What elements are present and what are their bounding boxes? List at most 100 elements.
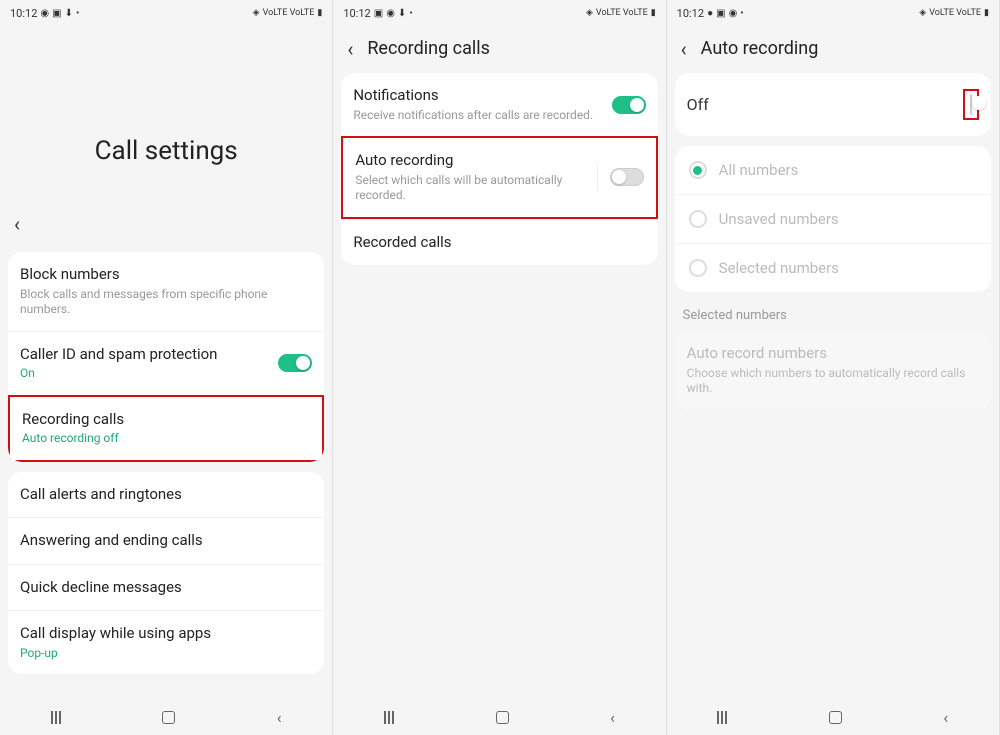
nav-home-button[interactable] (162, 711, 175, 724)
row-caller-id[interactable]: Caller ID and spam protection On (8, 331, 324, 395)
screen-auto-recording: 10:12 ● ▣ ◉ • ◈ VoLTE VoLTE ▮ ‹ Auto rec… (667, 0, 1000, 735)
radio-selected-numbers[interactable]: Selected numbers (675, 243, 991, 292)
row-title: Answering and ending calls (20, 531, 312, 551)
settings-group-1: Block numbers Block calls and messages f… (8, 252, 324, 462)
radio-label: All numbers (719, 161, 799, 179)
battery-icon: ▮ (317, 8, 322, 18)
wifi-icon: ◈ (586, 8, 593, 18)
notification-icon: ◉ (40, 8, 49, 19)
row-quick-decline[interactable]: Quick decline messages (8, 564, 324, 611)
row-title: Quick decline messages (20, 578, 312, 598)
wifi-icon: ◈ (253, 8, 260, 18)
status-time: 10:12 (10, 7, 37, 20)
nav-recent-button[interactable] (384, 711, 394, 724)
more-icon: • (740, 8, 743, 19)
battery-icon: ▮ (984, 8, 989, 18)
status-time: 10:12 (343, 7, 370, 20)
row-title: Call display while using apps (20, 624, 312, 644)
row-sub: Choose which numbers to automatically re… (687, 366, 979, 397)
caller-id-toggle[interactable] (278, 354, 312, 372)
row-sub: Pop-up (20, 646, 312, 662)
radio-unsaved-numbers[interactable]: Unsaved numbers (675, 194, 991, 243)
notification-icon: ◉ (386, 8, 395, 19)
battery-icon: ▮ (651, 8, 656, 18)
highlight-box (963, 89, 979, 120)
nav-recent-button[interactable] (51, 711, 61, 724)
row-title: Recording calls (22, 410, 310, 430)
volte-icons: VoLTE VoLTE (596, 8, 648, 18)
status-bar: 10:12 ▣ ◉ ⬇ • ◈ VoLTE VoLTE ▮ (333, 0, 665, 26)
download-icon: ⬇ (65, 8, 73, 19)
row-recorded-calls[interactable]: Recorded calls (341, 219, 657, 266)
radio-all-numbers[interactable]: All numbers (675, 146, 991, 194)
nav-home-button[interactable] (829, 711, 842, 724)
back-arrow-icon[interactable]: ‹ (347, 39, 353, 59)
row-sub: Auto recording off (22, 431, 310, 447)
nav-home-button[interactable] (496, 711, 509, 724)
nav-back-button[interactable]: ‹ (610, 708, 615, 727)
wifi-icon: ◈ (919, 8, 926, 18)
radio-label: Unsaved numbers (719, 210, 839, 228)
auto-recording-toggle[interactable] (610, 168, 644, 186)
notifications-toggle[interactable] (612, 96, 646, 114)
row-sub: Receive notifications after calls are re… (353, 108, 603, 124)
master-toggle-label: Off (687, 95, 709, 114)
row-recording-calls[interactable]: Recording calls Auto recording off (8, 395, 324, 462)
image-icon: ▣ (374, 8, 383, 19)
row-sub: Select which calls will be automatically… (355, 173, 588, 204)
row-title: Call alerts and ringtones (20, 485, 312, 505)
settings-group-2: Call alerts and ringtones Answering and … (8, 472, 324, 675)
row-title: Auto record numbers (687, 344, 979, 364)
volte-icons: VoLTE VoLTE (263, 8, 315, 18)
master-toggle-row[interactable]: Off (675, 73, 991, 136)
more-icon: • (409, 8, 412, 19)
row-title: Notifications (353, 86, 603, 106)
screen-call-settings: 10:12 ◉ ▣ ⬇ • ◈ VoLTE VoLTE ▮ Call setti… (0, 0, 333, 735)
row-title: Caller ID and spam protection (20, 345, 270, 365)
row-notifications[interactable]: Notifications Receive notifications afte… (341, 73, 657, 136)
back-arrow-icon[interactable]: ‹ (681, 39, 687, 59)
section-label: Selected numbers (667, 302, 999, 331)
download-icon: ⬇ (398, 8, 406, 19)
radio-label: Selected numbers (719, 259, 839, 277)
recording-group: Notifications Receive notifications afte… (341, 73, 657, 265)
header-title: Auto recording (701, 38, 819, 59)
row-block-numbers[interactable]: Block numbers Block calls and messages f… (8, 252, 324, 331)
nav-bar: ‹ (667, 699, 999, 735)
status-time: 10:12 (677, 7, 704, 20)
row-call-display[interactable]: Call display while using apps Pop-up (8, 610, 324, 674)
bulb-icon: ● (707, 8, 713, 19)
divider (597, 163, 598, 191)
nav-back-button[interactable]: ‹ (277, 708, 282, 727)
radio-icon[interactable] (689, 210, 707, 228)
back-arrow-icon[interactable]: ‹ (14, 214, 20, 234)
image-icon: ▣ (716, 8, 725, 19)
row-title: Recorded calls (353, 233, 645, 253)
page-title: Call settings (0, 26, 332, 206)
auto-record-numbers-card: Auto record numbers Choose which numbers… (675, 331, 991, 410)
radio-icon[interactable] (689, 259, 707, 277)
row-answering[interactable]: Answering and ending calls (8, 517, 324, 564)
nav-bar: ‹ (333, 699, 665, 735)
row-title: Auto recording (355, 151, 588, 171)
status-bar: 10:12 ● ▣ ◉ • ◈ VoLTE VoLTE ▮ (667, 0, 999, 26)
screen-recording-calls: 10:12 ▣ ◉ ⬇ • ◈ VoLTE VoLTE ▮ ‹ Recordin… (333, 0, 666, 735)
row-auto-record-numbers[interactable]: Auto record numbers Choose which numbers… (675, 331, 991, 410)
header-title: Recording calls (367, 38, 490, 59)
more-icon: • (76, 8, 79, 19)
status-bar: 10:12 ◉ ▣ ⬇ • ◈ VoLTE VoLTE ▮ (0, 0, 332, 26)
row-sub: Block calls and messages from specific p… (20, 287, 312, 318)
row-sub: On (20, 366, 270, 382)
notification-icon: ◉ (729, 8, 738, 19)
nav-recent-button[interactable] (717, 711, 727, 724)
radio-group: All numbers Unsaved numbers Selected num… (675, 146, 991, 292)
nav-back-button[interactable]: ‹ (943, 708, 948, 727)
volte-icons: VoLTE VoLTE (929, 8, 981, 18)
row-call-alerts[interactable]: Call alerts and ringtones (8, 472, 324, 518)
nav-bar: ‹ (0, 699, 332, 735)
image-icon: ▣ (52, 8, 61, 19)
master-toggle[interactable] (970, 94, 972, 115)
row-title: Block numbers (20, 265, 312, 285)
row-auto-recording[interactable]: Auto recording Select which calls will b… (341, 136, 657, 219)
radio-icon[interactable] (689, 161, 707, 179)
